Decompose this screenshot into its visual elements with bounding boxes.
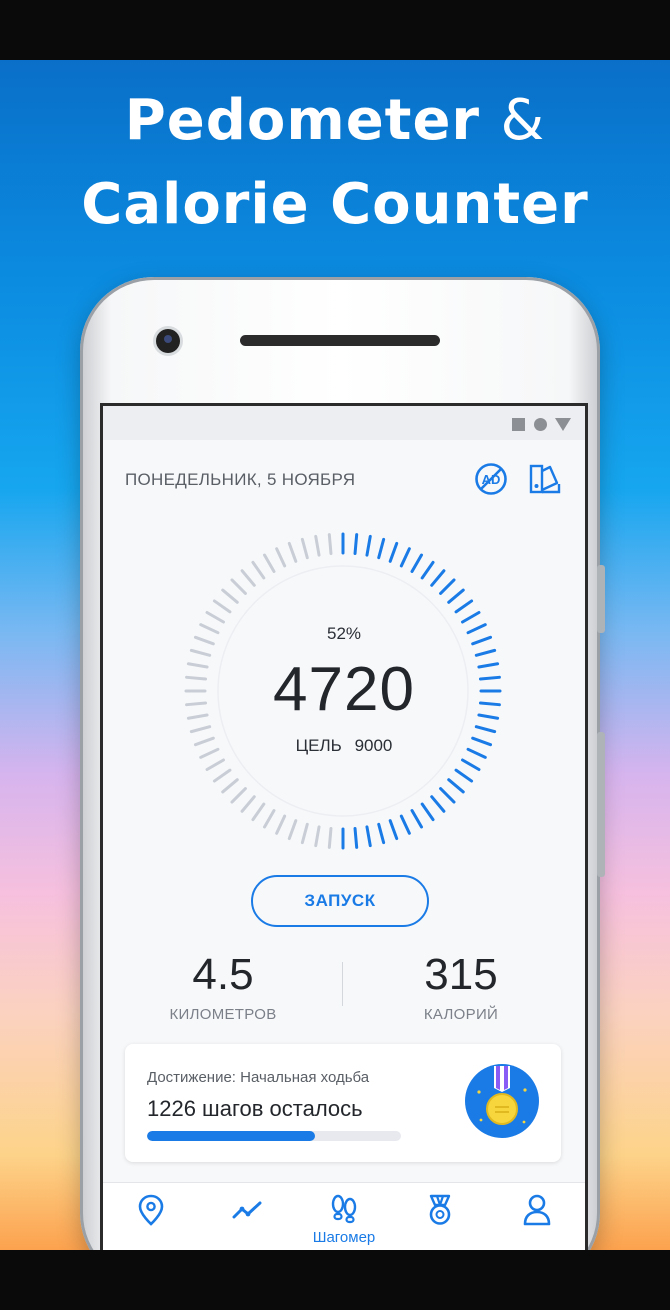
nav-item-pedometer[interactable]: Шагомер xyxy=(296,1193,392,1253)
achievement-remaining: 1226 шагов осталось xyxy=(147,1096,363,1121)
ring-tick xyxy=(461,611,481,624)
ring-tick xyxy=(447,588,465,604)
ring-tick xyxy=(212,599,232,614)
ring-tick xyxy=(353,826,359,849)
ring-tick xyxy=(221,588,239,604)
promo-headline-line1: Pedometer & xyxy=(124,88,546,153)
ring-tick xyxy=(327,533,333,556)
ring-tick xyxy=(300,537,309,560)
ring-tick xyxy=(399,814,411,835)
phone-volume-button xyxy=(597,565,605,633)
ring-tick xyxy=(377,537,386,560)
step-count: 4720 xyxy=(273,655,415,724)
ring-tick xyxy=(221,778,239,794)
ring-tick xyxy=(447,778,465,794)
nav-item-profile[interactable] xyxy=(489,1193,585,1253)
ring-tick xyxy=(240,569,256,587)
earpiece-speaker xyxy=(240,335,440,346)
top-black-bar xyxy=(0,0,670,60)
nav-item-pedometer-label: Шагомер xyxy=(312,1229,376,1246)
promo-headline-line2: Calorie Counter xyxy=(81,172,589,237)
achievement-title: Достижение: Начальная ходьба xyxy=(147,1069,370,1086)
medal-icon xyxy=(465,1064,539,1138)
ring-tick xyxy=(251,802,266,822)
footsteps-icon xyxy=(331,1194,357,1224)
nav-item-achievements[interactable] xyxy=(392,1193,488,1253)
ring-tick xyxy=(327,826,333,849)
ring-tick xyxy=(410,553,423,573)
ring-tick xyxy=(314,534,321,557)
ring-tick xyxy=(399,547,411,568)
ring-tick xyxy=(314,825,321,848)
front-camera xyxy=(156,329,180,353)
goal-label: ЦЕЛЬ xyxy=(295,736,342,755)
back-icon[interactable] xyxy=(555,418,571,431)
step-goal: ЦЕЛЬ 9000 xyxy=(103,736,585,756)
location-pin-icon xyxy=(138,1194,164,1226)
ring-tick xyxy=(388,541,399,563)
ring-tick xyxy=(454,599,474,614)
stats-divider xyxy=(342,962,343,1006)
home-icon[interactable] xyxy=(534,418,547,431)
ring-tick xyxy=(230,787,247,804)
ring-tick xyxy=(439,787,456,804)
ring-tick xyxy=(240,795,256,813)
app-screen: ПОНЕДЕЛЬНИК, 5 НОЯБРЯ AD 52% 4720 ЦЕЛЬ 9… xyxy=(100,403,588,1256)
ring-tick xyxy=(474,725,497,734)
ring-tick xyxy=(365,534,372,557)
ring-tick xyxy=(430,569,446,587)
achievement-card[interactable]: Достижение: Начальная ходьба 1226 шагов … xyxy=(125,1044,561,1162)
no-ads-icon[interactable]: AD xyxy=(474,462,508,496)
phone-power-button xyxy=(597,732,605,877)
ring-tick xyxy=(461,758,481,771)
ring-tick xyxy=(420,802,435,822)
ring-tick xyxy=(388,819,399,841)
ring-tick xyxy=(287,819,298,841)
achievement-progress-fill xyxy=(147,1131,315,1141)
achievement-progress-bar xyxy=(147,1131,401,1141)
ring-tick xyxy=(377,822,386,845)
ring-tick xyxy=(251,560,266,580)
ring-tick xyxy=(275,547,287,568)
ring-tick xyxy=(205,611,225,624)
ring-tick xyxy=(439,578,456,595)
bottom-black-bar xyxy=(0,1250,670,1310)
ring-tick xyxy=(263,809,276,829)
ring-tick xyxy=(300,822,309,845)
ring-tick xyxy=(230,578,247,595)
ring-tick xyxy=(420,560,435,580)
progress-percent: 52% xyxy=(326,624,362,643)
calories-value: 315 xyxy=(424,950,498,999)
ring-tick xyxy=(189,725,212,734)
theme-palette-icon[interactable] xyxy=(528,462,562,496)
start-button[interactable]: ЗАПУСК xyxy=(251,875,429,927)
ring-tick xyxy=(205,758,225,771)
distance-value: 4.5 xyxy=(192,950,254,999)
ring-tick xyxy=(365,825,372,848)
achievement-medal-icon xyxy=(429,1194,451,1225)
ring-tick xyxy=(263,553,276,573)
ring-tick xyxy=(353,533,359,556)
ring-tick xyxy=(287,541,298,563)
goal-value: 9000 xyxy=(354,736,393,755)
nav-item-statistics[interactable] xyxy=(199,1193,295,1253)
bottom-navigation: Шагомер xyxy=(103,1182,585,1256)
ring-tick xyxy=(410,809,423,829)
ring-tick xyxy=(275,814,287,835)
ring-tick xyxy=(212,768,232,783)
calories-label: КАЛОРИЙ xyxy=(423,1006,499,1023)
profile-icon xyxy=(523,1194,551,1226)
ring-tick xyxy=(454,768,474,783)
trend-chart-icon xyxy=(232,1201,262,1219)
current-date: ПОНЕДЕЛЬНИК, 5 НОЯБРЯ xyxy=(125,470,356,489)
nav-item-location[interactable] xyxy=(103,1193,199,1253)
recent-apps-icon[interactable] xyxy=(512,418,525,431)
system-status-bar xyxy=(103,406,585,440)
ring-tick xyxy=(430,795,446,813)
distance-label: КИЛОМЕТРОВ xyxy=(169,1006,277,1023)
